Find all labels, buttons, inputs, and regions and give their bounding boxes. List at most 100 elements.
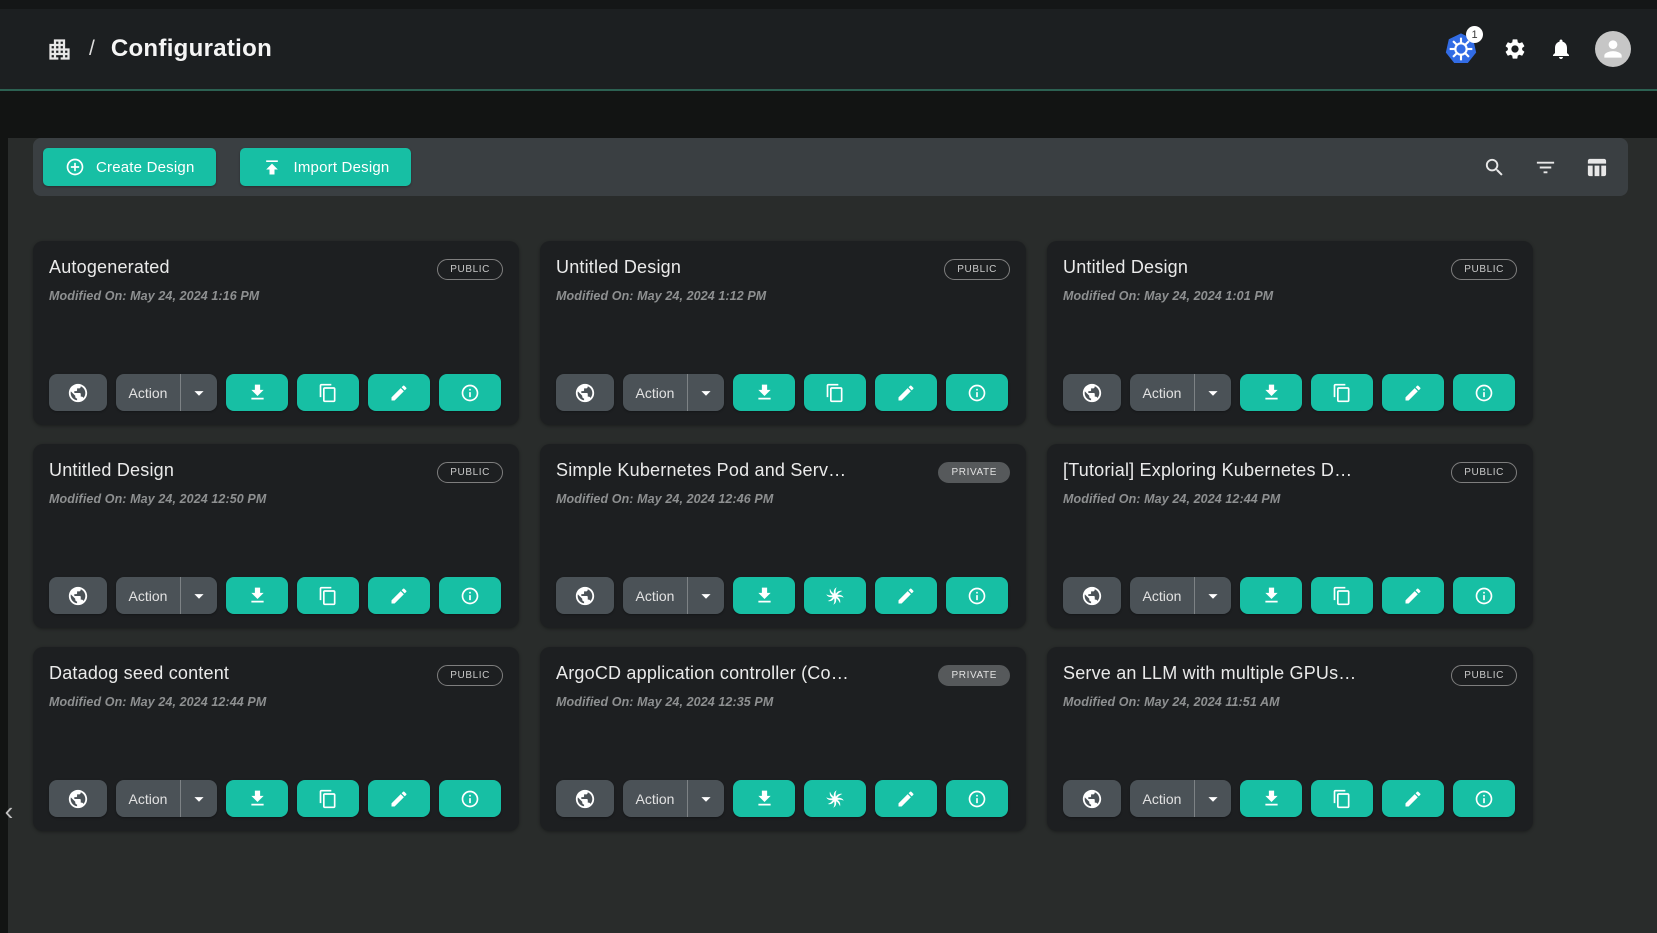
clone-button[interactable]	[297, 780, 359, 817]
edit-button[interactable]	[368, 374, 430, 411]
visibility-globe-button[interactable]	[1063, 577, 1121, 614]
visibility-globe-button[interactable]	[49, 577, 107, 614]
download-button[interactable]	[733, 374, 795, 411]
modified-on-text: Modified On: May 24, 2024 12:44 PM	[1063, 492, 1517, 506]
import-design-button[interactable]: Import Design	[240, 148, 411, 186]
download-button[interactable]	[733, 780, 795, 817]
visibility-globe-button[interactable]	[49, 374, 107, 411]
edit-button[interactable]	[368, 577, 430, 614]
download-button[interactable]	[226, 374, 288, 411]
filter-button[interactable]	[1534, 156, 1557, 179]
clone-button[interactable]	[1311, 577, 1373, 614]
action-split-button[interactable]: Action	[116, 780, 217, 817]
action-split-button[interactable]: Action	[116, 374, 217, 411]
action-button-label[interactable]: Action	[116, 780, 180, 817]
info-button[interactable]	[439, 374, 501, 411]
download-button[interactable]	[1240, 374, 1302, 411]
download-button[interactable]	[226, 780, 288, 817]
edit-button[interactable]	[368, 780, 430, 817]
design-card: Untitled Design PUBLIC Modified On: May …	[33, 444, 519, 628]
notifications-button[interactable]	[1549, 37, 1573, 61]
action-split-button[interactable]: Action	[1130, 780, 1231, 817]
edit-button[interactable]	[875, 780, 937, 817]
design-card: Autogenerated PUBLIC Modified On: May 24…	[33, 241, 519, 425]
clone-button[interactable]	[297, 374, 359, 411]
action-button-label[interactable]: Action	[623, 577, 687, 614]
action-split-button[interactable]: Action	[1130, 374, 1231, 411]
action-button-label[interactable]: Action	[116, 374, 180, 411]
visibility-badge: PUBLIC	[1451, 462, 1517, 483]
action-dropdown-toggle[interactable]	[180, 577, 217, 614]
action-button-label[interactable]: Action	[623, 374, 687, 411]
table-view-button[interactable]	[1585, 156, 1608, 179]
action-button-label[interactable]: Action	[623, 780, 687, 817]
visibility-globe-button[interactable]	[556, 780, 614, 817]
visibility-globe-button[interactable]	[49, 780, 107, 817]
info-button[interactable]	[439, 780, 501, 817]
clone-button[interactable]	[804, 780, 866, 817]
action-dropdown-toggle[interactable]	[687, 577, 724, 614]
download-icon	[754, 585, 775, 606]
visibility-badge: PUBLIC	[437, 665, 503, 686]
info-button[interactable]	[1453, 577, 1515, 614]
user-avatar[interactable]	[1595, 31, 1631, 67]
download-button[interactable]	[733, 577, 795, 614]
info-button[interactable]	[439, 577, 501, 614]
design-title: Datadog seed content	[49, 663, 229, 684]
globe-icon	[574, 585, 596, 607]
action-dropdown-toggle[interactable]	[1194, 780, 1231, 817]
building-icon[interactable]	[46, 36, 73, 63]
download-button[interactable]	[1240, 577, 1302, 614]
kubernetes-context-button[interactable]: 1	[1441, 32, 1481, 66]
clone-button[interactable]	[804, 577, 866, 614]
edit-button[interactable]	[1382, 374, 1444, 411]
clone-button[interactable]	[297, 577, 359, 614]
info-button[interactable]	[946, 577, 1008, 614]
action-dropdown-toggle[interactable]	[687, 374, 724, 411]
create-design-button[interactable]: Create Design	[43, 148, 216, 186]
card-actions: Action	[1063, 577, 1517, 614]
action-split-button[interactable]: Action	[623, 577, 724, 614]
visibility-globe-button[interactable]	[1063, 374, 1121, 411]
action-split-button[interactable]: Action	[116, 577, 217, 614]
card-actions: Action	[49, 780, 503, 817]
info-button[interactable]	[946, 374, 1008, 411]
globe-icon	[574, 382, 596, 404]
visibility-globe-button[interactable]	[1063, 780, 1121, 817]
sidebar-collapse-chevron[interactable]: ‹	[0, 798, 18, 824]
action-dropdown-toggle[interactable]	[180, 780, 217, 817]
info-button[interactable]	[946, 780, 1008, 817]
globe-icon	[67, 788, 89, 810]
clone-button[interactable]	[1311, 374, 1373, 411]
edit-button[interactable]	[875, 374, 937, 411]
edit-button[interactable]	[1382, 780, 1444, 817]
action-button-label[interactable]: Action	[1130, 374, 1194, 411]
visibility-badge: PUBLIC	[437, 462, 503, 483]
action-dropdown-toggle[interactable]	[1194, 577, 1231, 614]
search-button[interactable]	[1483, 156, 1506, 179]
modified-on-text: Modified On: May 24, 2024 11:51 AM	[1063, 695, 1517, 709]
action-dropdown-toggle[interactable]	[180, 374, 217, 411]
edit-button[interactable]	[1382, 577, 1444, 614]
action-split-button[interactable]: Action	[1130, 577, 1231, 614]
visibility-globe-button[interactable]	[556, 374, 614, 411]
action-dropdown-toggle[interactable]	[1194, 374, 1231, 411]
action-split-button[interactable]: Action	[623, 780, 724, 817]
clone-button[interactable]	[1311, 780, 1373, 817]
download-button[interactable]	[226, 577, 288, 614]
design-title: Untitled Design	[1063, 257, 1188, 278]
download-icon	[247, 585, 268, 606]
action-dropdown-toggle[interactable]	[687, 780, 724, 817]
download-button[interactable]	[1240, 780, 1302, 817]
action-split-button[interactable]: Action	[623, 374, 724, 411]
info-icon	[1474, 383, 1494, 403]
info-button[interactable]	[1453, 780, 1515, 817]
action-button-label[interactable]: Action	[1130, 780, 1194, 817]
clone-button[interactable]	[804, 374, 866, 411]
action-button-label[interactable]: Action	[1130, 577, 1194, 614]
edit-button[interactable]	[875, 577, 937, 614]
visibility-globe-button[interactable]	[556, 577, 614, 614]
settings-button[interactable]	[1503, 37, 1527, 61]
info-button[interactable]	[1453, 374, 1515, 411]
action-button-label[interactable]: Action	[116, 577, 180, 614]
